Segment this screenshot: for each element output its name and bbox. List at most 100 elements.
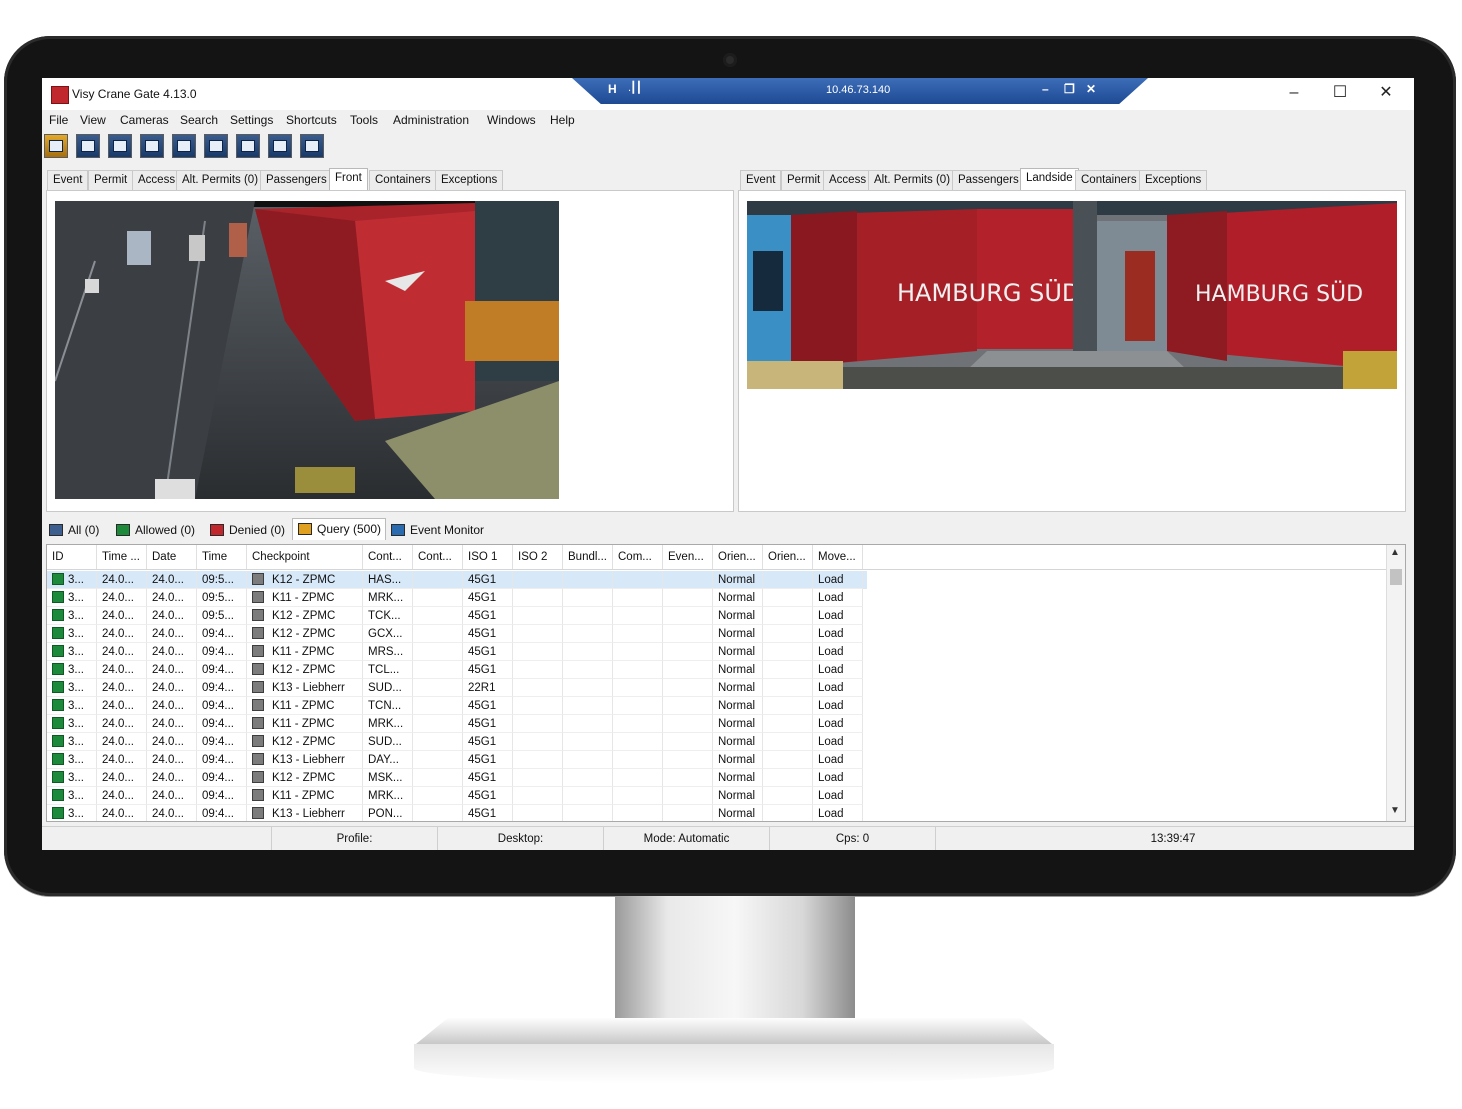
table-row[interactable]: 3... 24.0... 24.0... 09:4... K12 - ZPMC SUD..… xyxy=(47,733,867,751)
tab-permit[interactable]: Permit xyxy=(781,170,827,190)
menu-help[interactable]: Help xyxy=(550,113,575,127)
tab-containers[interactable]: Containers xyxy=(1075,170,1143,190)
tab-access[interactable]: Access xyxy=(823,170,873,190)
tab-front[interactable]: Front xyxy=(329,168,368,191)
vertical-scrollbar[interactable]: ▲ ▼ xyxy=(1386,545,1405,821)
tab-event[interactable]: Event xyxy=(47,170,89,190)
table-row[interactable]: 3... 24.0... 24.0... 09:4... K11 - ZPMC MRK..… xyxy=(47,715,867,733)
tab-allowed[interactable]: Allowed (0) xyxy=(111,520,199,541)
tab-landside[interactable]: Landside xyxy=(1020,168,1079,191)
table-row[interactable]: 3... 24.0... 24.0... 09:4... K12 - ZPMC MSK..… xyxy=(47,769,867,787)
table-row[interactable]: 3... 24.0... 24.0... 09:4... K11 - ZPMC MRS..… xyxy=(47,643,867,661)
menu-shortcuts[interactable]: Shortcuts xyxy=(286,113,337,127)
query-results-grid[interactable]: ID Time ... Date Time Checkpoint Cont... Cont.… xyxy=(46,544,1406,822)
menu-windows[interactable]: Windows xyxy=(487,113,536,127)
remote-restore-button[interactable]: ❐ xyxy=(1064,82,1075,96)
camera-icon[interactable] xyxy=(140,134,164,158)
menu-cameras[interactable]: Cameras xyxy=(120,113,169,127)
tab-denied[interactable]: Denied (0) xyxy=(205,520,289,541)
image-icon[interactable] xyxy=(172,134,196,158)
tab-event[interactable]: Event xyxy=(740,170,782,190)
table-cell: Load xyxy=(813,715,863,733)
menu-search[interactable]: Search xyxy=(180,113,218,127)
table-row[interactable]: 3... 24.0... 24.0... 09:4... K11 - ZPMC MRK..… xyxy=(47,787,867,805)
table-row[interactable]: 3... 24.0... 24.0... 09:4... K13 - Liebherr S… xyxy=(47,679,867,697)
tab-exceptions[interactable]: Exceptions xyxy=(1139,170,1208,190)
front-camera-feed[interactable] xyxy=(55,201,559,499)
table-row[interactable]: 3... 24.0... 24.0... 09:4... K12 - ZPMC GCX..… xyxy=(47,625,867,643)
message-icon[interactable] xyxy=(236,134,260,158)
table-cell xyxy=(613,589,663,607)
column-header[interactable]: ISO 1 xyxy=(463,545,513,569)
column-header[interactable]: Orien... xyxy=(713,545,763,569)
menu-administration[interactable]: Administration xyxy=(393,113,469,127)
table-cell: 22R1 xyxy=(463,679,513,697)
table-cell: 24.0... xyxy=(97,571,147,589)
column-header[interactable]: Cont... xyxy=(413,545,463,569)
landside-camera-feed[interactable]: HAMBURG SÜD HAMBURG SÜD xyxy=(747,201,1397,389)
table-cell: 09:4... xyxy=(197,625,247,643)
window-icon[interactable] xyxy=(268,134,292,158)
column-header[interactable]: Time xyxy=(197,545,247,569)
remote-minimize-button[interactable]: – xyxy=(1042,82,1049,96)
table-cell xyxy=(513,697,563,715)
column-header[interactable]: Com... xyxy=(613,545,663,569)
table-row[interactable]: 3... 24.0... 24.0... 09:4... K13 - Liebherr P… xyxy=(47,805,867,821)
column-header[interactable]: Bundl... xyxy=(563,545,613,569)
tab-all[interactable]: All (0) xyxy=(44,520,103,541)
remote-session-bar[interactable]: H .┃┃ 10.46.73.140 – ❐ ✕ xyxy=(572,78,1148,104)
print-icon[interactable] xyxy=(204,134,228,158)
maximize-button[interactable]: ☐ xyxy=(1322,82,1358,104)
scroll-down-icon[interactable]: ▼ xyxy=(1390,805,1400,816)
column-header[interactable]: Even... xyxy=(663,545,713,569)
tab-event-monitor[interactable]: Event Monitor xyxy=(386,520,488,541)
column-header[interactable]: ID xyxy=(47,545,97,569)
export-icon[interactable] xyxy=(300,134,324,158)
cell-text: 24.0... xyxy=(102,718,134,730)
cell-text: Normal xyxy=(718,574,756,586)
table-row[interactable]: 3... 24.0... 24.0... 09:4... K13 - Liebherr D… xyxy=(47,751,867,769)
list-icon[interactable] xyxy=(108,134,132,158)
cell-text: 24.0... xyxy=(102,610,134,622)
table-cell: MRK... xyxy=(363,715,413,733)
column-header[interactable]: Cont... xyxy=(363,545,413,569)
tab-query[interactable]: Query (500) xyxy=(292,518,387,540)
menu-view[interactable]: View xyxy=(80,113,106,127)
table-row[interactable]: 3... 24.0... 24.0... 09:5... K11 - ZPMC MRK..… xyxy=(47,589,867,607)
minimize-button[interactable]: – xyxy=(1276,82,1312,104)
tab-access[interactable]: Access xyxy=(132,170,182,190)
tab-permit[interactable]: Permit xyxy=(88,170,134,190)
table-row[interactable]: 3... 24.0... 24.0... 09:5... K12 - ZPMC HAS..… xyxy=(47,571,867,589)
table-row[interactable]: 3... 24.0... 24.0... 09:4... K11 - ZPMC TCN..… xyxy=(47,697,867,715)
close-button[interactable]: ✕ xyxy=(1368,82,1404,104)
cell-text: K11 - ZPMC xyxy=(272,700,335,712)
column-header[interactable]: Date xyxy=(147,545,197,569)
column-header[interactable]: Orien... xyxy=(763,545,813,569)
tab-passengers[interactable]: Passengers xyxy=(952,170,1025,190)
remote-close-button[interactable]: ✕ xyxy=(1086,82,1096,96)
tab-containers[interactable]: Containers xyxy=(369,170,437,190)
tab-passengers[interactable]: Passengers xyxy=(260,170,333,190)
column-header[interactable]: Time ... xyxy=(97,545,147,569)
menu-tools[interactable]: Tools xyxy=(350,113,378,127)
cell-text: Load xyxy=(818,754,844,766)
scroll-thumb[interactable] xyxy=(1390,569,1402,585)
event-folder-icon[interactable] xyxy=(44,134,68,158)
table-cell xyxy=(563,643,613,661)
table-row[interactable]: 3... 24.0... 24.0... 09:4... K12 - ZPMC TCL..… xyxy=(47,661,867,679)
monitor-stand-reflection xyxy=(414,1044,1054,1084)
tab-exceptions[interactable]: Exceptions xyxy=(435,170,504,190)
tab-alt-permits[interactable]: Alt. Permits (0) xyxy=(868,170,957,190)
menu-settings[interactable]: Settings xyxy=(230,113,273,127)
column-header[interactable]: Checkpoint xyxy=(247,545,363,569)
column-header[interactable]: Move... xyxy=(813,545,863,569)
checkpoint-icon xyxy=(252,807,264,819)
column-header[interactable]: ISO 2 xyxy=(513,545,563,569)
pin-icon[interactable]: H xyxy=(608,82,617,96)
allowed-status-icon xyxy=(52,789,64,801)
menu-file[interactable]: File xyxy=(49,113,68,127)
table-row[interactable]: 3... 24.0... 24.0... 09:5... K12 - ZPMC TCK..… xyxy=(47,607,867,625)
tab-alt-permits[interactable]: Alt. Permits (0) xyxy=(176,170,265,190)
gate-icon[interactable] xyxy=(76,134,100,158)
scroll-up-icon[interactable]: ▲ xyxy=(1390,547,1400,558)
